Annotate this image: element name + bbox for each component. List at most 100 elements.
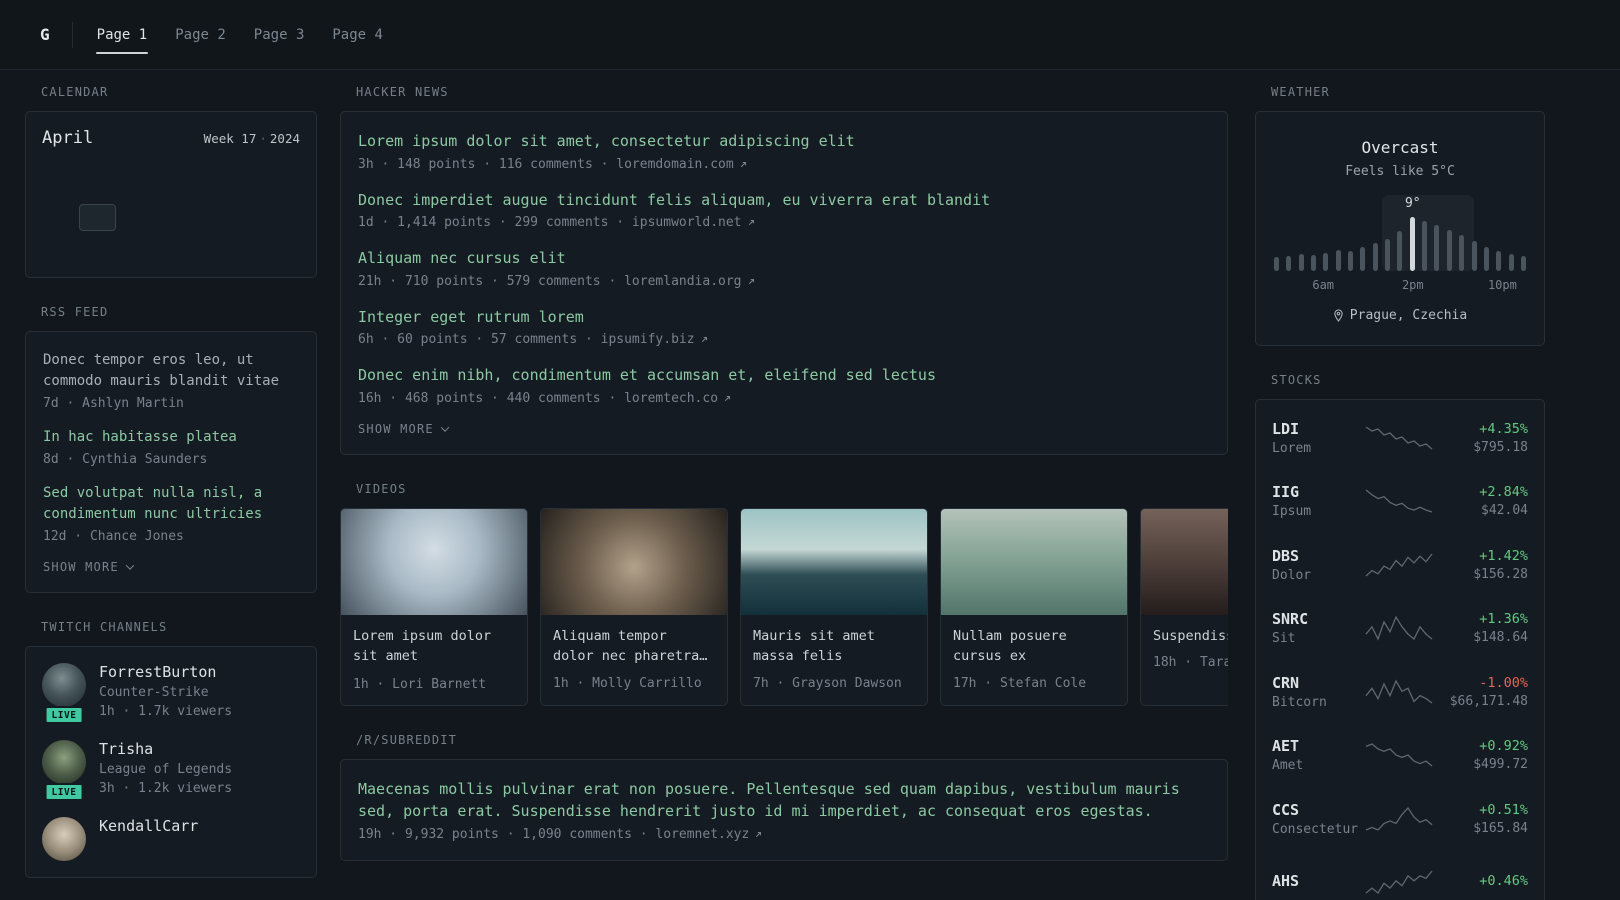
weather-hour-bar bbox=[1286, 256, 1292, 271]
calendar-days-grid bbox=[42, 174, 300, 261]
stock-symbol[interactable]: CRN bbox=[1272, 674, 1358, 692]
video-card[interactable]: Lorem ipsum dolor sit amet consectetu… 1… bbox=[340, 507, 528, 706]
page-tab[interactable]: Page 3 bbox=[240, 0, 319, 69]
dashboard: CALENDAR April Week 17 · 2024 RSS FEED D… bbox=[0, 70, 1620, 900]
video-card[interactable]: Aliquam tempor dolor nec pharetra… 1h · … bbox=[540, 507, 728, 706]
video-title: Aliquam tempor dolor nec pharetra… bbox=[553, 627, 708, 665]
page-tab[interactable]: Page 4 bbox=[318, 0, 397, 69]
hackernews-item-title[interactable]: Lorem ipsum dolor sit amet, consectetur … bbox=[358, 130, 1210, 153]
stock-change: +1.42% bbox=[1479, 547, 1528, 564]
weather-hour-bar bbox=[1311, 255, 1317, 271]
stock-price: $42.04 bbox=[1481, 503, 1528, 519]
calendar-day bbox=[153, 204, 190, 231]
stocks-card: LDI Lorem +4.35% $795.18 IIG Ipsum +2.84… bbox=[1255, 399, 1545, 900]
weather-hour-bar bbox=[1360, 247, 1366, 271]
subreddit-post-meta-text: 19h · 9,932 points · 1,090 comments · lo… bbox=[358, 826, 750, 842]
channel-name[interactable]: KendallCarr bbox=[99, 817, 198, 835]
stock-symbol[interactable]: CCS bbox=[1272, 801, 1358, 819]
twitch-section-title: TWITCH CHANNELS bbox=[41, 620, 168, 634]
rss-item-title[interactable]: Sed volutpat nulla nisl, a condimentum n… bbox=[43, 483, 299, 525]
weather-condition: Overcast bbox=[1361, 138, 1439, 157]
calendar-day bbox=[42, 204, 79, 231]
stocks-section-title: STOCKS bbox=[1271, 373, 1322, 387]
video-card-body: Aliquam tempor dolor nec pharetra… 1h · … bbox=[541, 615, 727, 705]
rss-item-meta-text: 8d · Cynthia Saunders bbox=[43, 452, 208, 467]
stock-symbol[interactable]: SNRC bbox=[1272, 610, 1358, 628]
twitch-channel[interactable]: LIVE ForrestBurton Counter-Strike 1h · 1… bbox=[42, 663, 300, 724]
rss-item-title[interactable]: In hac habitasse platea bbox=[43, 427, 299, 448]
external-link-icon bbox=[740, 161, 746, 167]
weather-hour-bar bbox=[1397, 231, 1403, 271]
weather-time-label: 6am bbox=[1312, 278, 1335, 292]
hackernews-list: Lorem ipsum dolor sit amet, consectetur … bbox=[358, 130, 1210, 406]
hackernews-item-title[interactable]: Donec imperdiet augue tincidunt felis al… bbox=[358, 189, 1210, 212]
external-link-icon bbox=[756, 831, 762, 837]
twitch-channel[interactable]: LIVE Trisha League of Legends 3h · 1.2k … bbox=[42, 740, 300, 801]
calendar-week-label: Week 17 bbox=[203, 131, 257, 146]
hackernews-item-title[interactable]: Aliquam nec cursus elit bbox=[358, 247, 1210, 270]
stock-symbol[interactable]: LDI bbox=[1272, 420, 1358, 438]
subreddit-post-meta: 19h · 9,932 points · 1,090 comments · lo… bbox=[358, 827, 1210, 842]
stock-price: $66,171.48 bbox=[1449, 693, 1528, 709]
topbar: G Page 1 Page 2 Page 3 Page 4 bbox=[0, 0, 1620, 70]
stock-row: LDI Lorem +4.35% $795.18 bbox=[1272, 406, 1528, 470]
video-title: Mauris sit amet massa felis bbox=[753, 627, 875, 665]
stock-row: CCS Consectetur +0.51% $165.84 bbox=[1272, 787, 1528, 851]
video-card-body: Suspendisse diam 18h · Tara bbox=[1141, 615, 1228, 684]
video-card[interactable]: Nullam posuere cursus ex 17h · Stefan Co… bbox=[940, 507, 1128, 706]
channel-meta: 3h · 1.2k viewers bbox=[99, 781, 232, 796]
twitch-channel[interactable]: KendallCarr bbox=[42, 817, 300, 861]
video-meta-text: 1h · Molly Carrillo bbox=[553, 676, 702, 692]
channel-name[interactable]: ForrestBurton bbox=[99, 663, 232, 681]
stock-change: -1.00% bbox=[1479, 674, 1528, 691]
video-card[interactable]: Suspendisse diam 18h · Tara bbox=[1140, 507, 1228, 706]
page-tab[interactable]: Page 2 bbox=[161, 0, 240, 69]
location-pin-icon bbox=[1334, 309, 1343, 322]
channel-game: League of Legends bbox=[99, 762, 233, 777]
weather-hour-bar bbox=[1496, 251, 1502, 271]
stock-symbol[interactable]: IIG bbox=[1272, 483, 1358, 501]
calendar-day bbox=[116, 234, 153, 261]
stock-sparkline bbox=[1365, 679, 1433, 704]
subreddit-post-title[interactable]: Maecenas mollis pulvinar erat non posuer… bbox=[358, 778, 1210, 823]
channel-name[interactable]: Trisha bbox=[99, 740, 232, 758]
show-more-button[interactable]: SHOW MORE bbox=[43, 560, 135, 574]
stock-sparkline bbox=[1365, 743, 1433, 767]
video-card[interactable]: Mauris sit amet massa felis 7h · Grayson… bbox=[740, 507, 928, 706]
hackernews-item-meta: 6h · 60 points · 57 comments · ipsumify.… bbox=[358, 332, 1210, 347]
channel-meta-text: 3h · 1.2k viewers bbox=[99, 781, 233, 796]
stock-change: +0.46% bbox=[1479, 872, 1528, 889]
hackernews-item-title[interactable]: Integer eget rutrum lorem bbox=[358, 306, 1210, 329]
weather-hour-bar bbox=[1422, 221, 1428, 271]
stock-values: +1.36% $148.64 bbox=[1440, 611, 1528, 645]
video-card-body: Lorem ipsum dolor sit amet consectetu… 1… bbox=[341, 615, 527, 705]
stock-values: +0.51% $165.84 bbox=[1440, 802, 1528, 836]
stock-symbol[interactable]: DBS bbox=[1272, 547, 1358, 565]
weather-hour-bar bbox=[1274, 257, 1279, 271]
stock-symbol[interactable]: AET bbox=[1272, 737, 1358, 755]
stock-sparkline bbox=[1365, 553, 1433, 577]
calendar-day bbox=[79, 174, 116, 201]
stock-row: DBS Dolor +1.42% $156.28 bbox=[1272, 533, 1528, 597]
avatar: LIVE bbox=[42, 663, 86, 724]
video-title: Lorem ipsum dolor sit amet consectetu… bbox=[353, 627, 492, 665]
stock-name: Ipsum bbox=[1272, 504, 1312, 520]
stocks-widget: STOCKS LDI Lorem +4.35% $795.18 IIG Ipsu… bbox=[1255, 373, 1545, 900]
stock-identity: AET Amet bbox=[1272, 737, 1358, 773]
hackernews-item-title[interactable]: Donec enim nibh, condimentum et accumsan… bbox=[358, 364, 1210, 387]
calendar-week-year: Week 17 · 2024 bbox=[204, 131, 300, 146]
stock-values: +0.46% bbox=[1440, 873, 1528, 892]
show-more-button[interactable]: SHOW MORE bbox=[358, 422, 450, 436]
calendar-day bbox=[116, 204, 153, 231]
stock-symbol[interactable]: AHS bbox=[1272, 872, 1358, 890]
page-tab[interactable]: Page 1 bbox=[83, 0, 162, 69]
weather-hour-bar bbox=[1434, 225, 1440, 271]
stock-identity: AHS bbox=[1272, 872, 1358, 893]
chevron-down-icon bbox=[440, 422, 450, 432]
weather-hour-bar bbox=[1471, 241, 1477, 271]
app-logo[interactable]: G bbox=[40, 25, 50, 44]
stock-change: +1.36% bbox=[1479, 611, 1528, 628]
stock-sparkline bbox=[1365, 489, 1433, 513]
weather-hour-bar bbox=[1348, 251, 1354, 271]
rss-item-title[interactable]: Donec tempor eros leo, ut commodo mauris… bbox=[43, 350, 299, 392]
